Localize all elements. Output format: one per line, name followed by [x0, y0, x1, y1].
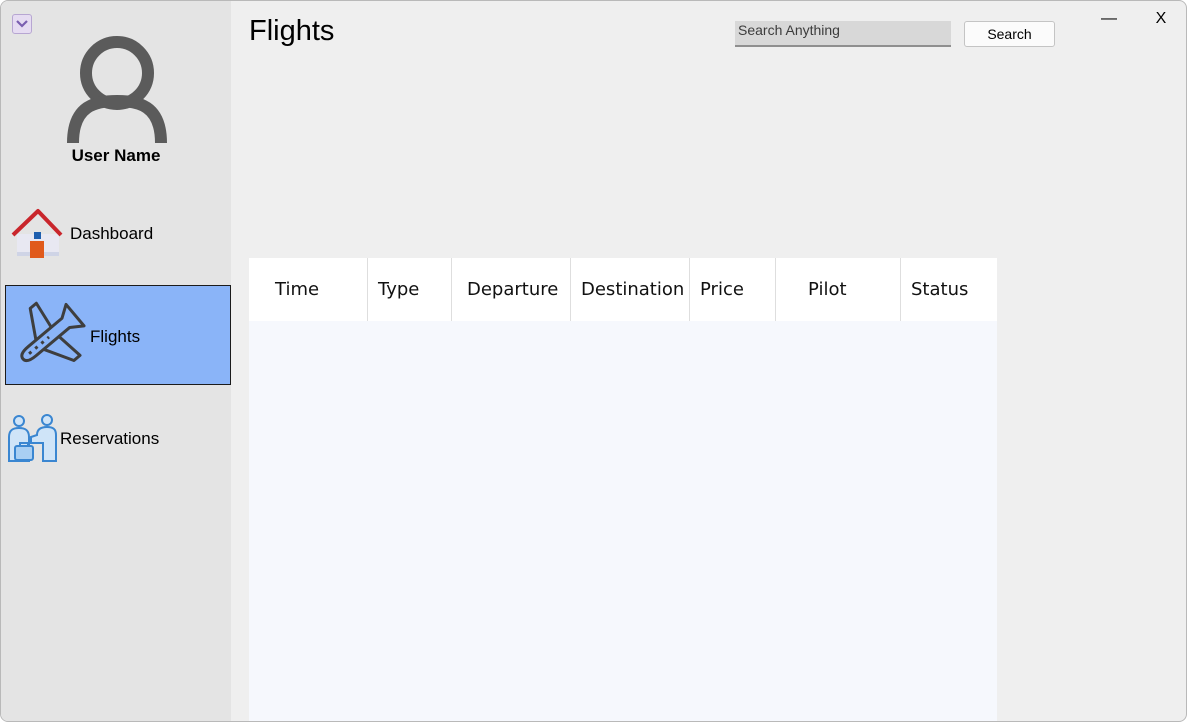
column-header-type[interactable]: Type	[368, 258, 452, 321]
search-button[interactable]: Search	[964, 21, 1055, 47]
reservations-icon	[8, 414, 57, 462]
close-button[interactable]: X	[1143, 5, 1179, 33]
sidebar-item-label: Reservations	[60, 429, 160, 448]
sidebar: User Name Dashboard Flights Reservations	[1, 1, 231, 721]
airplane-icon	[20, 301, 86, 363]
column-header-departure[interactable]: Departure	[452, 258, 571, 321]
column-header-destination[interactable]: Destination	[571, 258, 690, 321]
system-menu-icon[interactable]	[12, 14, 32, 34]
column-header-pilot[interactable]: Pilot	[776, 258, 901, 321]
sidebar-item-label: Flights	[90, 327, 141, 346]
flights-table[interactable]: Time Type Departure Destination Price Pi…	[249, 258, 997, 721]
search-input[interactable]	[735, 21, 951, 47]
sidebar-item-reservations[interactable]: Reservations	[5, 389, 231, 489]
avatar-icon	[61, 35, 173, 152]
sidebar-item-flights[interactable]: Flights	[5, 285, 231, 385]
minimize-button[interactable]: —	[1091, 5, 1127, 33]
column-header-price[interactable]: Price	[690, 258, 776, 321]
sidebar-item-dashboard[interactable]: Dashboard	[5, 186, 231, 286]
column-header-time[interactable]: Time	[249, 258, 368, 321]
house-icon	[11, 209, 63, 258]
page-title: Flights	[249, 15, 335, 47]
table-header: Time Type Departure Destination Price Pi…	[249, 258, 997, 321]
app-window: User Name Dashboard Flights Reservations…	[0, 0, 1187, 722]
column-header-status[interactable]: Status	[901, 258, 997, 321]
user-name: User Name	[71, 146, 161, 165]
sidebar-item-label: Dashboard	[70, 224, 154, 243]
